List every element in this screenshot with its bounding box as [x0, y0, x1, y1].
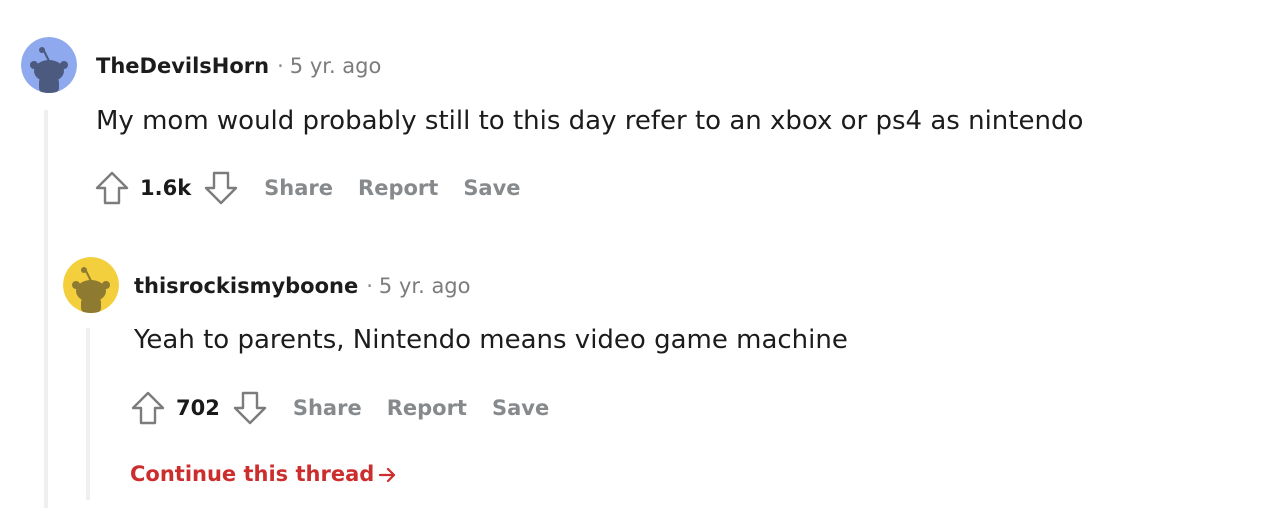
comment-body: Yeah to parents, Nintendo means video ga… [134, 325, 848, 355]
vote-score: 1.6k [140, 176, 192, 200]
comment-meta: thisrockismyboone · 5 yr. ago [134, 274, 471, 298]
snoo-avatar-icon [21, 37, 77, 93]
avatar[interactable] [21, 37, 77, 93]
report-button[interactable]: Report [387, 396, 467, 420]
downvote-arrow-icon[interactable] [232, 390, 268, 426]
comment-actions: 702 Share Report Save [130, 388, 549, 428]
continue-thread-label: Continue this thread [130, 462, 375, 486]
snoo-avatar-icon [63, 257, 119, 313]
share-button[interactable]: Share [264, 176, 333, 200]
timestamp-link[interactable]: 5 yr. ago [290, 54, 382, 78]
upvote-arrow-icon[interactable] [130, 390, 166, 426]
share-button[interactable]: Share [293, 396, 362, 420]
arrow-right-icon [379, 467, 396, 483]
meta-separator: · [277, 54, 284, 78]
timestamp-link[interactable]: 5 yr. ago [379, 274, 471, 298]
report-button[interactable]: Report [358, 176, 438, 200]
vote-score: 702 [176, 396, 220, 420]
avatar[interactable] [63, 257, 119, 313]
save-button[interactable]: Save [463, 176, 520, 200]
save-button[interactable]: Save [492, 396, 549, 420]
continue-thread-link[interactable]: Continue this thread [130, 462, 398, 486]
comment-actions: 1.6k Share Report Save [94, 168, 521, 208]
thread-line-level-1[interactable] [44, 110, 48, 508]
comment-meta: TheDevilsHorn · 5 yr. ago [96, 54, 381, 78]
meta-separator: · [366, 274, 373, 298]
author-link[interactable]: thisrockismyboone [134, 274, 358, 298]
comment-body: My mom would probably still to this day … [96, 106, 1084, 136]
author-link[interactable]: TheDevilsHorn [96, 54, 269, 78]
downvote-arrow-icon[interactable] [203, 170, 239, 206]
upvote-arrow-icon[interactable] [94, 170, 130, 206]
thread-line-level-2[interactable] [86, 328, 90, 500]
